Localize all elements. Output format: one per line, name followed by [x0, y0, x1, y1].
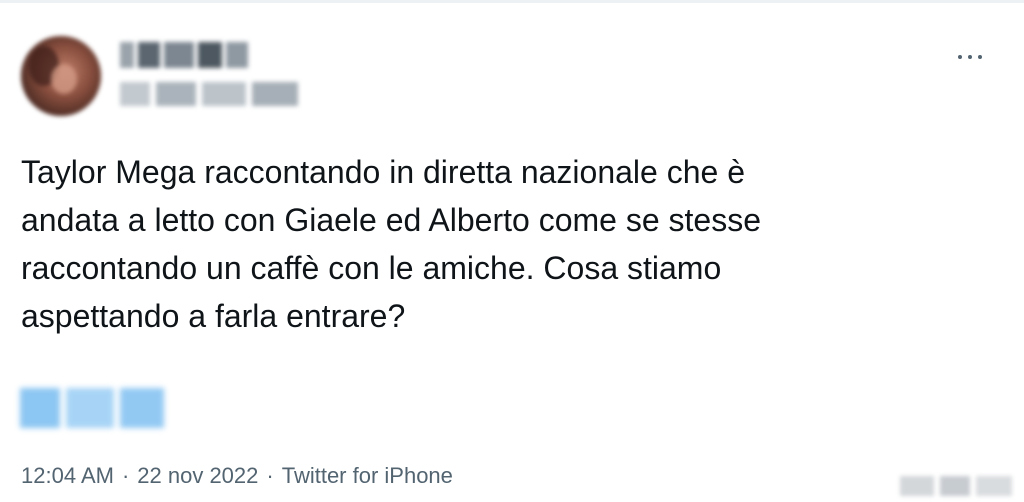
more-options-button[interactable] [958, 50, 982, 64]
avatar[interactable] [21, 36, 101, 116]
tweet-metadata: 12:04 AM · 22 nov 2022 · Twitter for iPh… [21, 460, 453, 492]
tweet-source-link[interactable]: Twitter for iPhone [282, 463, 453, 489]
tweet-time[interactable]: 12:04 AM [21, 463, 114, 489]
tweet-text: Taylor Mega raccontando in diretta nazio… [21, 154, 762, 334]
tweet-date[interactable]: 22 nov 2022 [137, 463, 258, 489]
author-name-redacted[interactable] [120, 42, 250, 68]
top-border [0, 0, 1024, 3]
more-horizontal-icon [958, 55, 962, 59]
hashtag-link-redacted[interactable] [20, 388, 164, 428]
author-handle-redacted[interactable] [120, 82, 300, 106]
meta-separator: · [266, 463, 274, 488]
meta-separator: · [121, 463, 130, 488]
watermark-redacted [900, 476, 1012, 496]
